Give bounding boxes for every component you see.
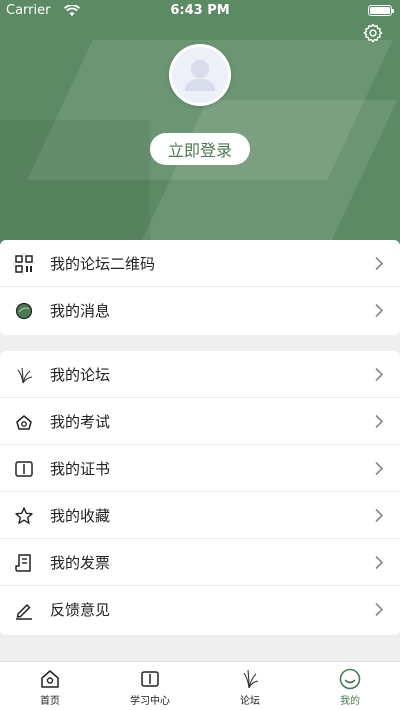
tab-label: 学习中心 [130,696,170,707]
menu-item-label: 我的收藏 [50,506,111,525]
chevron-right-icon [375,508,384,523]
avatar-placeholder-icon [185,60,215,91]
header-decoration [0,120,150,255]
tab-label: 论坛 [240,696,260,707]
menu-item-messages[interactable]: 我的消息 [0,287,400,334]
menu-item-forum-qrcode[interactable]: 我的论坛二维码 [0,240,400,287]
menu-item-feedback[interactable]: 反馈意见 [0,586,400,633]
tab-label: 首页 [40,696,60,707]
profile-header: Carrier 6:43 PM 立即登录 [0,0,400,255]
forum-icon [243,669,259,689]
menu-item-label: 我的论坛 [50,365,111,384]
clock: 6:43 PM [170,3,230,18]
chevron-right-icon [375,555,384,570]
smile-icon [339,668,361,690]
menu-item-label: 我的消息 [50,302,111,320]
menu-item-label: 我的发票 [50,553,111,572]
menu-item-label: 我的论坛二维码 [50,254,156,273]
avatar[interactable] [169,44,231,106]
menu-group-primary: 我的论坛二维码 我的消息 [0,240,400,335]
tab-learning-center[interactable]: 学习中心 [100,662,200,710]
menu-item-my-exam[interactable]: 我的考试 [0,398,400,445]
menu-item-my-certificate[interactable]: 我的证书 [0,445,400,492]
tab-label: 我的 [340,696,360,707]
menu-group-secondary: 我的论坛 我的考试 我的证书 我的收藏 我的发票 反馈意见 [0,351,400,635]
certificate-icon [15,461,33,477]
book-icon [141,671,159,687]
exam-icon [16,415,32,430]
chevron-right-icon [375,414,384,429]
invoice-icon [15,554,31,572]
chevron-right-icon [375,367,384,382]
forum-icon [17,367,33,384]
star-icon [15,507,33,524]
menu-item-label: 反馈意见 [50,601,111,619]
menu-item-my-forum[interactable]: 我的论坛 [0,351,400,398]
menu-item-my-favorites[interactable]: 我的收藏 [0,492,400,539]
tab-home[interactable]: 首页 [0,662,100,710]
status-bar: Carrier 6:43 PM [0,0,400,22]
message-icon [15,302,33,320]
home-icon [41,670,59,688]
tab-forum[interactable]: 论坛 [200,662,300,710]
chevron-right-icon [375,256,384,271]
menu-item-my-invoice[interactable]: 我的发票 [0,539,400,586]
gear-icon[interactable] [362,22,384,44]
menu-item-label: 我的考试 [50,412,111,431]
chevron-right-icon [375,461,384,476]
chevron-right-icon [375,303,384,318]
tab-bar: 首页 学习中心 论坛 我的 [0,661,400,710]
menu-item-label: 我的证书 [50,459,111,478]
tab-mine[interactable]: 我的 [300,662,400,710]
battery-icon [368,5,394,16]
feedback-icon [16,604,32,620]
qrcode-icon [15,255,33,273]
login-button[interactable]: 立即登录 [150,133,250,165]
chevron-right-icon [375,602,384,617]
